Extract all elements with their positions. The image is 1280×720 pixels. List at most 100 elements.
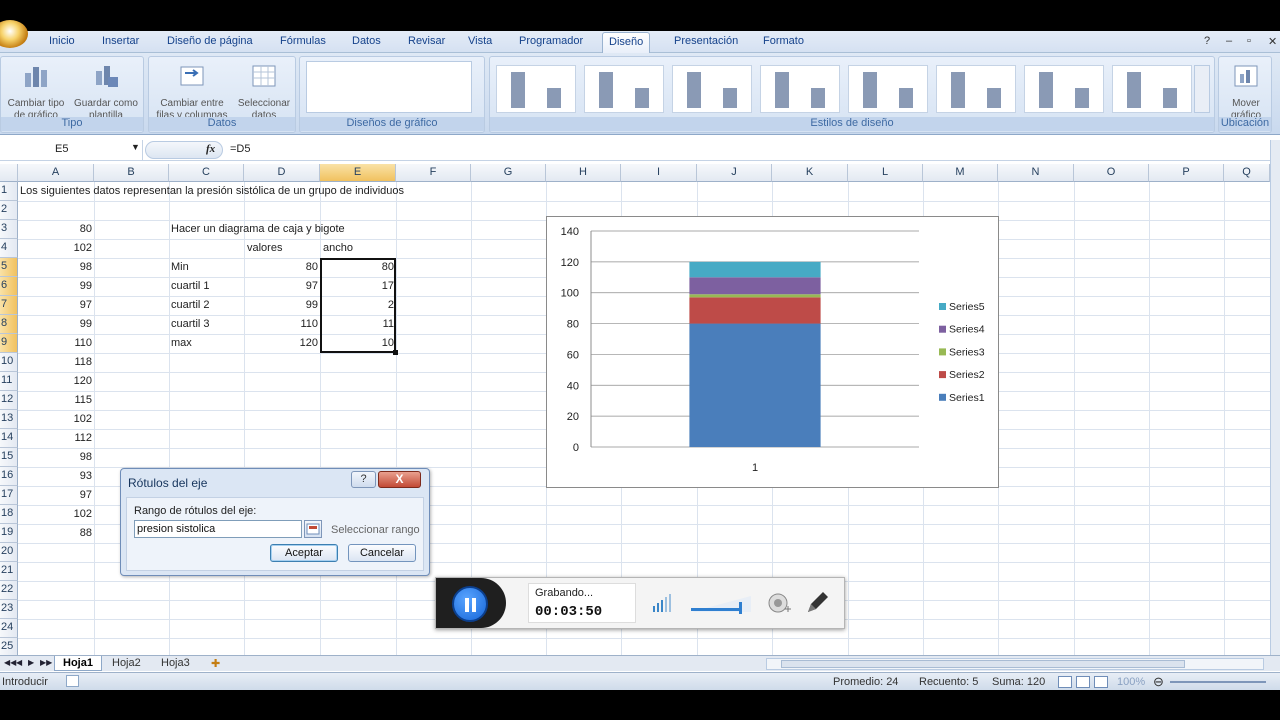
cell-d8[interactable]: 110 xyxy=(244,315,320,334)
column-header[interactable]: F xyxy=(396,164,471,182)
chart-style-4[interactable] xyxy=(760,65,840,113)
tab-datos[interactable]: Datos xyxy=(352,35,381,47)
row-header[interactable]: 5 xyxy=(0,258,18,277)
row-header[interactable]: 2 xyxy=(0,201,18,220)
column-header[interactable]: I xyxy=(621,164,697,182)
cell-a14[interactable]: 112 xyxy=(18,429,94,448)
collapse-dialog-icon[interactable] xyxy=(304,520,322,538)
cell-a17[interactable]: 97 xyxy=(18,486,94,505)
pencil-icon[interactable] xyxy=(804,590,830,616)
row-header[interactable]: 7 xyxy=(0,296,18,315)
cell-c9[interactable]: max xyxy=(171,334,192,353)
row-header[interactable]: 23 xyxy=(0,600,18,619)
cell-c3[interactable]: Hacer un diagrama de caja y bigote xyxy=(171,220,345,239)
column-header[interactable]: Q xyxy=(1224,164,1270,182)
cell-a1[interactable]: Los siguientes datos representan la pres… xyxy=(20,182,404,201)
row-header[interactable]: 24 xyxy=(0,619,18,638)
column-header[interactable]: L xyxy=(848,164,923,182)
chart-style-3[interactable] xyxy=(672,65,752,113)
cell-d5[interactable]: 80 xyxy=(244,258,320,277)
row-header[interactable]: 13 xyxy=(0,410,18,429)
help-icon[interactable]: ? xyxy=(1204,35,1210,47)
column-header[interactable]: D xyxy=(244,164,320,182)
cell-a12[interactable]: 115 xyxy=(18,391,94,410)
horizontal-scrollbar[interactable] xyxy=(766,658,1264,670)
sheet-tab-hoja3[interactable]: Hoja3 xyxy=(153,656,198,671)
macro-record-icon[interactable] xyxy=(66,675,79,687)
tab-programador[interactable]: Programador xyxy=(519,35,583,47)
select-data-button[interactable]: Seleccionar datos xyxy=(233,61,295,122)
chart-object[interactable]: 0 20 40 60 80 100 120 140 1 Series5 Series4 Series3… xyxy=(546,216,999,488)
cell-a13[interactable]: 102 xyxy=(18,410,94,429)
cell-a10[interactable]: 118 xyxy=(18,353,94,372)
formula-input[interactable]: =D5 xyxy=(230,143,251,155)
zoom-level[interactable]: 100% xyxy=(1117,676,1145,688)
row-header[interactable]: 3 xyxy=(0,220,18,239)
chart-styles-scroll[interactable] xyxy=(1194,65,1210,113)
minimize-icon[interactable]: – xyxy=(1226,35,1232,47)
column-header[interactable]: A xyxy=(18,164,94,182)
row-header[interactable]: 10 xyxy=(0,353,18,372)
row-header[interactable]: 6 xyxy=(0,277,18,296)
close-icon[interactable]: ✕ xyxy=(1268,35,1277,48)
column-header[interactable]: B xyxy=(94,164,169,182)
last-sheet-icon[interactable]: ▶▶ xyxy=(40,658,52,667)
insert-sheet-icon[interactable]: ✚ xyxy=(203,656,228,671)
cell-a11[interactable]: 120 xyxy=(18,372,94,391)
column-header[interactable]: K xyxy=(772,164,848,182)
cell-a18[interactable]: 102 xyxy=(18,505,94,524)
cell-e4[interactable]: ancho xyxy=(323,239,353,258)
row-header[interactable]: 22 xyxy=(0,581,18,600)
column-header[interactable]: E xyxy=(320,164,396,182)
cell-a6[interactable]: 99 xyxy=(18,277,94,296)
tab-insertar[interactable]: Insertar xyxy=(102,35,139,47)
column-header[interactable]: G xyxy=(471,164,546,182)
page-layout-view-icon[interactable] xyxy=(1076,676,1090,688)
column-header[interactable]: P xyxy=(1149,164,1224,182)
tab-formulas[interactable]: Fórmulas xyxy=(280,35,326,47)
chart-style-2[interactable] xyxy=(584,65,664,113)
next-sheet-icon[interactable]: ▶ xyxy=(28,658,34,667)
restore-icon[interactable]: ▫ xyxy=(1247,35,1251,47)
cell-a9[interactable]: 110 xyxy=(18,334,94,353)
move-chart-button[interactable]: Mover gráfico xyxy=(1221,61,1271,122)
cell-a19[interactable]: 88 xyxy=(18,524,94,543)
pause-icon[interactable] xyxy=(452,586,488,622)
first-sheet-icon[interactable]: ◀◀ xyxy=(4,658,16,667)
cell-a4[interactable]: 102 xyxy=(18,239,94,258)
fill-handle[interactable] xyxy=(393,350,398,355)
tab-vista[interactable]: Vista xyxy=(468,35,492,47)
row-header[interactable]: 11 xyxy=(0,372,18,391)
cell-a8[interactable]: 99 xyxy=(18,315,94,334)
row-header[interactable]: 14 xyxy=(0,429,18,448)
select-all-corner[interactable] xyxy=(0,164,18,182)
cell-c5[interactable]: Min xyxy=(171,258,189,277)
cell-a7[interactable]: 97 xyxy=(18,296,94,315)
row-header[interactable]: 1 xyxy=(0,182,18,201)
row-header[interactable]: 12 xyxy=(0,391,18,410)
column-header[interactable]: C xyxy=(169,164,244,182)
normal-view-icon[interactable] xyxy=(1058,676,1072,688)
save-template-button[interactable]: Guardar como plantilla xyxy=(69,61,143,122)
column-header[interactable]: J xyxy=(697,164,772,182)
function-icon[interactable]: fx xyxy=(206,143,215,155)
column-header[interactable]: N xyxy=(998,164,1074,182)
cell-a3[interactable]: 80 xyxy=(18,220,94,239)
tab-inicio[interactable]: Inicio xyxy=(49,35,75,47)
row-header[interactable]: 19 xyxy=(0,524,18,543)
page-break-view-icon[interactable] xyxy=(1094,676,1108,688)
chart-style-5[interactable] xyxy=(848,65,928,113)
tab-presentacion[interactable]: Presentación xyxy=(674,35,738,47)
chevron-down-icon[interactable]: ▼ xyxy=(131,142,140,152)
row-header[interactable]: 8 xyxy=(0,315,18,334)
chart-style-8[interactable] xyxy=(1112,65,1192,113)
tab-revisar[interactable]: Revisar xyxy=(408,35,445,47)
name-box[interactable]: E5 ▼ xyxy=(0,140,143,160)
chart-layouts-gallery[interactable] xyxy=(306,61,472,113)
tab-formato[interactable]: Formato xyxy=(763,35,804,47)
volume-slider[interactable] xyxy=(691,594,753,614)
chart-style-7[interactable] xyxy=(1024,65,1104,113)
cell-a16[interactable]: 93 xyxy=(18,467,94,486)
row-header[interactable]: 17 xyxy=(0,486,18,505)
cancel-button[interactable]: Cancelar xyxy=(348,544,416,562)
